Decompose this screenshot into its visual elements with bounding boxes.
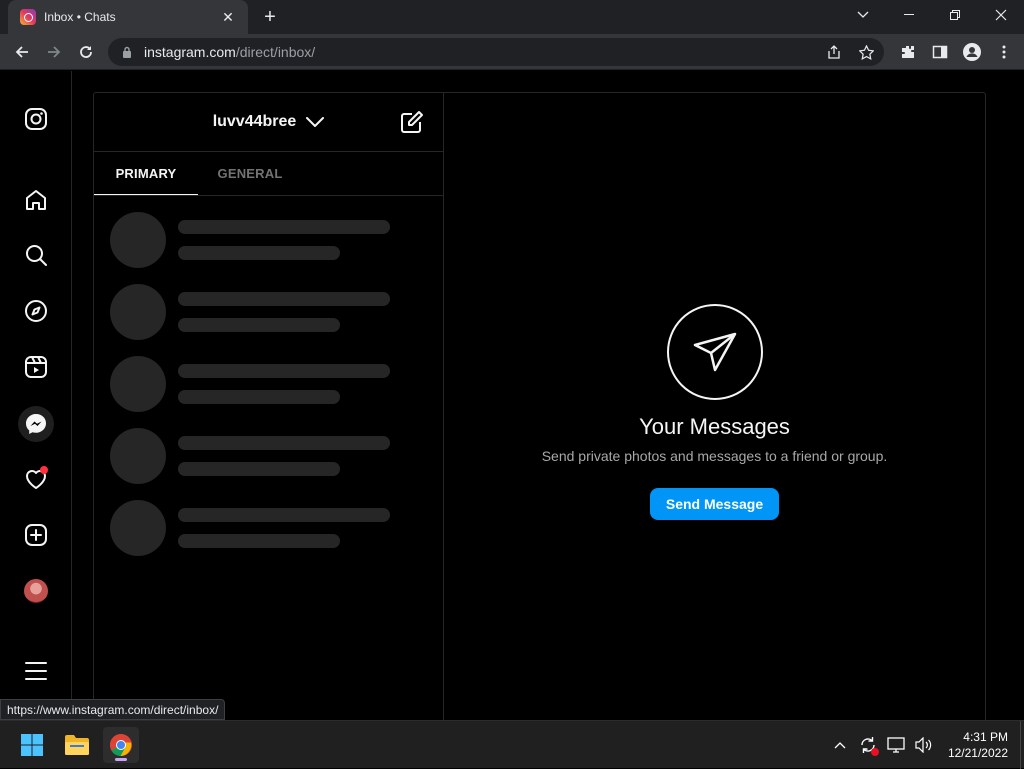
file-explorer-icon[interactable] [59, 727, 95, 763]
search-icon[interactable] [18, 237, 54, 273]
avatar [24, 579, 48, 603]
restore-button[interactable] [932, 0, 978, 30]
back-button[interactable] [8, 38, 36, 66]
address-bar[interactable]: instagram.com/direct/inbox/ [108, 38, 884, 66]
lock-icon[interactable] [120, 45, 134, 59]
close-tab-icon[interactable]: ✕ [216, 5, 240, 29]
share-icon[interactable] [822, 40, 846, 64]
taskbar-clock[interactable]: 4:31 PM 12/21/2022 [948, 729, 1008, 761]
reload-button[interactable] [72, 38, 100, 66]
status-bar-url: https://www.instagram.com/direct/inbox/ [0, 699, 226, 720]
bookmark-star-icon[interactable] [854, 40, 878, 64]
clock-date: 12/21/2022 [947, 746, 1008, 760]
tab-title: Inbox • Chats [44, 10, 116, 24]
active-app-indicator [115, 758, 127, 761]
notifications-heart-icon[interactable] [18, 461, 54, 497]
new-message-icon[interactable] [399, 109, 425, 135]
sync-icon[interactable] [856, 733, 880, 757]
page-content: luvv44bree PRIMARY GENERAL Your Messages… [0, 71, 1024, 732]
volume-icon[interactable] [912, 733, 936, 757]
chrome-taskbar-icon[interactable] [103, 727, 139, 763]
paper-plane-icon [666, 304, 763, 400]
system-tray: 4:31 PM 12/21/2022 [826, 721, 1024, 769]
instagram-favicon-icon [20, 9, 36, 25]
list-item-placeholder [94, 412, 443, 484]
list-item-placeholder [94, 340, 443, 412]
profile-icon[interactable] [958, 38, 986, 66]
close-window-button[interactable] [978, 0, 1024, 30]
home-icon[interactable] [18, 182, 54, 218]
minimize-button[interactable] [886, 0, 932, 30]
show-desktop-button[interactable] [1020, 721, 1024, 769]
menu-icon[interactable] [18, 653, 54, 689]
reels-icon[interactable] [18, 349, 54, 385]
instagram-logo-icon[interactable] [18, 101, 54, 137]
tab-general[interactable]: GENERAL [198, 152, 302, 195]
side-panel-icon[interactable] [926, 38, 954, 66]
list-item-placeholder [94, 268, 443, 340]
forward-button[interactable] [40, 38, 68, 66]
dm-header: luvv44bree [94, 93, 443, 152]
extensions-icon[interactable] [894, 38, 922, 66]
messenger-icon[interactable] [18, 406, 54, 442]
new-tab-button[interactable]: + [258, 5, 282, 29]
windows-taskbar: 4:31 PM 12/21/2022 [0, 720, 1024, 769]
clock-time: 4:31 PM [963, 730, 1008, 744]
empty-state-subtitle: Send private photos and messages to a fr… [541, 448, 888, 464]
conversation-list [94, 196, 443, 556]
tab-primary[interactable]: PRIMARY [94, 152, 198, 195]
empty-state-title: Your Messages [639, 414, 790, 439]
chevron-down-icon[interactable] [306, 117, 325, 127]
url-text: instagram.com/direct/inbox/ [144, 44, 316, 60]
more-menu-icon[interactable] [990, 38, 1018, 66]
tab-search-icon[interactable] [840, 0, 886, 30]
direct-messages-panel: luvv44bree PRIMARY GENERAL Your Messages… [93, 92, 986, 732]
notification-dot [40, 466, 48, 474]
browser-tabstrip: Inbox • Chats ✕ + [0, 0, 1024, 34]
conversation-list-panel: luvv44bree PRIMARY GENERAL [94, 93, 444, 731]
list-item-placeholder [94, 484, 443, 556]
account-username[interactable]: luvv44bree [213, 113, 297, 131]
create-icon[interactable] [18, 517, 54, 553]
profile-avatar[interactable] [18, 573, 54, 609]
message-empty-state: Your Messages Send private photos and me… [444, 93, 985, 731]
start-button[interactable] [14, 727, 50, 763]
send-message-button[interactable]: Send Message [649, 488, 780, 520]
network-icon[interactable] [884, 733, 908, 757]
instagram-sidebar [0, 71, 72, 720]
chevron-up-icon[interactable] [828, 733, 852, 757]
list-item-placeholder [94, 196, 443, 268]
browser-tab[interactable]: Inbox • Chats ✕ [8, 0, 248, 34]
sync-alert-dot [870, 748, 879, 756]
dm-tabs: PRIMARY GENERAL [94, 152, 443, 196]
page-scrollbar[interactable] [1014, 71, 1024, 720]
explore-icon[interactable] [18, 293, 54, 329]
browser-toolbar: instagram.com/direct/inbox/ [0, 34, 1024, 70]
